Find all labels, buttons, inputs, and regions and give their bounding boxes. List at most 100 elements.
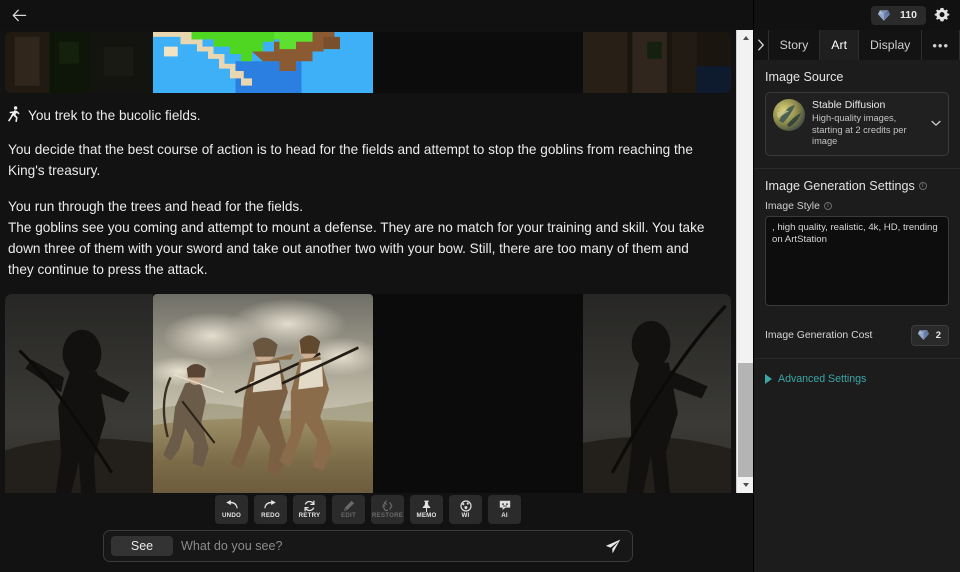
story-image-top[interactable] [5,32,731,93]
world-info-label: WI [461,512,470,519]
scroll-thumb[interactable] [738,363,753,491]
story-image-main[interactable] [5,294,731,493]
edit-button[interactable]: EDIT [332,495,365,524]
restore-button[interactable]: RESTORE [371,495,404,524]
story-action-line: You trek to the bucolic fields. [8,105,718,126]
image-cost-row: Image Generation Cost 2 [765,324,949,346]
advanced-settings-toggle[interactable]: Advanced Settings [754,359,960,385]
image-blur-right [583,32,731,93]
info-icon[interactable]: i [823,202,832,210]
prompt-box: See [103,530,633,562]
memo-button[interactable]: MEMO [410,495,443,524]
caret-down-icon [742,483,749,487]
pixel-landscape-icon [5,32,153,93]
story-paragraph: You decide that the best course of actio… [8,142,693,178]
tab-art[interactable]: Art [820,30,860,60]
credits-button[interactable]: 110 [871,5,926,25]
image-center [153,32,373,93]
ai-label: AI [501,512,508,519]
right-panel: 110 Story Art Display ••• Image Source S… [753,0,960,572]
story-content: You trek to the bucolic fields. You deci… [0,30,736,493]
retry-label: RETRY [298,512,321,519]
settings-button[interactable] [934,7,950,23]
chat-ai-icon [499,499,511,512]
caret-up-icon [742,36,749,40]
gem-icon [877,9,891,22]
refresh-icon [303,499,316,512]
send-paper-plane-icon [605,539,621,553]
restore-icon [381,499,394,512]
memo-label: MEMO [416,512,437,519]
stable-diffusion-logo-icon [777,105,801,127]
image-cost-label: Image Generation Cost [765,329,873,341]
image-cost-badge[interactable]: 2 [910,324,949,346]
image-blur-left [5,294,153,493]
undo-button[interactable]: UNDO [215,495,248,524]
image-source-chevron[interactable] [929,116,943,130]
image-style-label-row: Image Style i [765,201,949,212]
chevron-down-icon [931,121,941,127]
tab-display[interactable]: Display [859,30,923,60]
scroll-up-button[interactable] [737,30,753,46]
image-blur-left [5,32,153,93]
gem-icon [917,329,931,342]
tab-more-button[interactable]: ••• [922,30,960,60]
image-blur-right [583,294,731,493]
image-style-input[interactable] [765,215,949,306]
story-paragraph: You run through the trees and head for t… [8,199,303,214]
warrior-scene-icon [5,294,153,493]
image-source-title: Image Source [765,70,844,84]
art-settings-body: Image Source Stable Diffusion High-quali… [754,60,960,572]
back-button[interactable] [6,3,32,27]
info-icon[interactable]: i [918,181,927,190]
redo-label: REDO [261,512,280,519]
retry-button[interactable]: RETRY [293,495,326,524]
image-style-label: Image Style [765,200,820,212]
prompt-input[interactable] [181,539,594,553]
panel-tabs: Story Art Display ••• [754,30,960,60]
gear-icon [934,7,950,22]
story-scrollbar[interactable] [736,30,753,493]
restore-label: RESTORE [371,512,404,519]
running-person-icon [8,106,21,123]
story-text-block: You trek to the bucolic fields. You deci… [0,93,736,286]
generation-settings-section: Image Generation Settings i Image Style … [754,167,960,358]
warrior-scene-icon [583,294,731,493]
credits-value: 110 [900,9,917,21]
image-source-avatar [773,99,805,131]
expand-panel-button[interactable] [754,30,769,60]
scroll-down-button[interactable] [737,477,753,493]
warrior-scene-icon [153,294,373,493]
pin-icon [421,499,432,512]
panel-header: 110 [754,0,960,30]
pixel-landscape-icon [583,32,731,93]
undo-arrow-icon [225,499,238,512]
action-toolbar: UNDO REDO RETRY EDIT RESTORE MEMO WI AI [0,493,753,526]
image-cost-value: 2 [935,329,941,341]
image-source-desc: High-quality images, starting at 2 credi… [812,113,907,146]
story-panel: You trek to the bucolic fields. You deci… [0,0,753,572]
pencil-icon [343,499,355,512]
mode-chip-see[interactable]: See [111,536,173,556]
globe-icon [459,499,472,512]
tab-story[interactable]: Story [769,30,821,60]
generation-settings-label: Image Generation Settings [765,178,915,193]
world-info-button[interactable]: WI [449,495,482,524]
image-source-section: Image Source Stable Diffusion High-quali… [754,60,960,168]
image-center [153,294,373,493]
redo-arrow-icon [264,499,277,512]
image-source-text: Stable Diffusion High-quality images, st… [812,99,922,148]
image-source-name: Stable Diffusion [812,99,886,111]
ai-button[interactable]: AI [488,495,521,524]
story-scroll-area: You trek to the bucolic fields. You deci… [0,30,753,493]
story-action-text: You trek to the bucolic fields. [28,108,201,123]
top-bar [0,0,753,30]
image-source-select[interactable]: Stable Diffusion High-quality images, st… [765,92,949,156]
arrow-left-icon [12,9,26,21]
undo-label: UNDO [221,512,242,519]
send-button[interactable] [602,535,624,557]
caret-right-icon [765,373,772,384]
advanced-settings-label: Advanced Settings [778,372,867,385]
app-root: You trek to the bucolic fields. You deci… [0,0,960,572]
redo-button[interactable]: REDO [254,495,287,524]
